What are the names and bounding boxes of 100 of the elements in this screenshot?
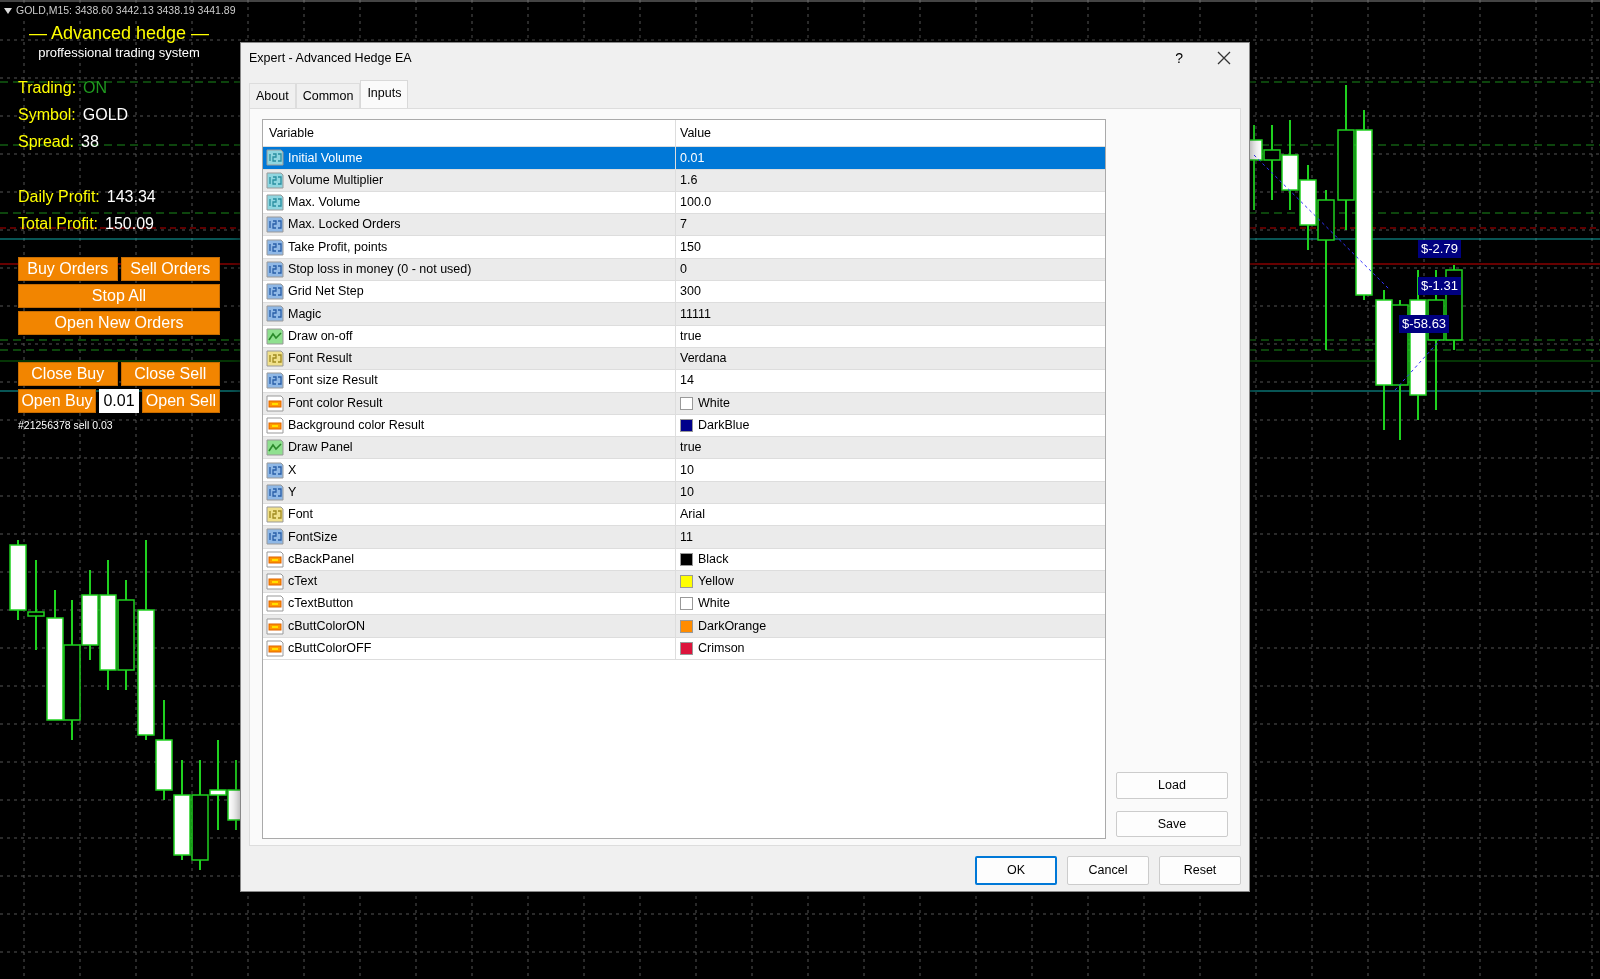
column-header: Value [679,124,713,142]
variable-value: 100.0 [680,194,712,212]
variable-value: 300 [680,283,701,301]
table-row[interactable]: X 10 [263,459,1105,482]
price-label: $-2.79 [1418,240,1461,258]
volume-field[interactable]: 0.01 [99,389,139,413]
stat-label: Symbol: [18,105,76,125]
table-row[interactable]: cButtColorON DarkOrange [263,615,1105,638]
tab[interactable]: Common [295,82,361,109]
table-row[interactable]: cBackPanel Black [263,548,1105,571]
variable-value: Crimson [698,640,745,658]
stat-value: ON [83,78,108,98]
color-type-icon [266,595,284,613]
variable-value: 0 [680,261,687,278]
table-row[interactable]: cText Yellow [263,570,1105,594]
variable-value: Black [698,550,729,568]
table-row[interactable]: Font size Result 14 [263,370,1105,393]
dialog-button[interactable]: Reset [1159,856,1241,885]
variable-name: Y [288,483,297,501]
double-type-icon [266,171,284,189]
variable-value: 10 [680,461,694,479]
table-row[interactable]: Draw Panel true [263,437,1105,460]
table-row[interactable]: Initial Volume 0.01 [263,147,1105,170]
table-row[interactable]: Font color Result White [263,392,1105,415]
variable-value: true [680,327,702,345]
tab[interactable]: Inputs [360,79,409,109]
int-type-icon [266,461,284,479]
variable-name: cButtColorOFF [288,640,372,658]
order-note: #21256378 sell 0.03 [18,418,114,433]
bool-type-icon [266,327,284,345]
stat-label: Spread: [18,132,75,152]
variable-name: Magic [288,305,322,323]
variable-name: Draw on-off [288,327,353,345]
variable-value: 0.01 [680,149,705,167]
variable-name: Initial Volume [288,149,363,167]
variable-value: Verdana [680,350,727,368]
int-type-icon [266,260,284,278]
variable-value: White [698,394,730,412]
panel-title: — Advanced hedge — [28,22,210,44]
stat-label: Trading: [18,78,77,98]
dialog-button[interactable]: Cancel [1067,856,1149,885]
variable-name: X [288,461,297,479]
table-row[interactable]: Take Profit, points 150 [263,236,1105,259]
variable-name: cButtColorON [288,617,366,635]
variable-value: 14 [680,372,694,390]
variable-name: Take Profit, points [288,238,388,256]
table-row[interactable]: Magic 11111 [263,303,1105,326]
variable-name: Stop loss in money (0 - not used) [288,261,472,278]
int-type-icon [266,372,284,390]
int-type-icon [266,238,284,256]
table-row[interactable]: Volume Multiplier 1.6 [263,169,1105,192]
dialog-button[interactable]: OK [975,856,1057,885]
price-label: $-58.63 [1399,315,1450,333]
variable-name: Draw Panel [288,439,353,457]
color-type-icon [266,617,284,635]
string-type-icon [266,350,284,368]
color-type-icon [266,573,284,591]
variable-name: Font color Result [288,394,383,412]
stat-value: 38 [81,132,99,152]
table-row[interactable]: Draw on-off true [263,325,1105,348]
variable-value: DarkBlue [698,417,750,435]
stat-value: 143.34 [106,187,156,207]
panel-subtitle: proffessional trading system [38,44,200,62]
int-type-icon [266,305,284,323]
variable-name: Volume Multiplier [288,171,384,189]
tab[interactable]: About [249,82,296,109]
variable-name: Max. Locked Orders [288,216,401,234]
string-type-icon [266,506,284,524]
price-label: $-1.31 [1418,277,1461,295]
variable-name: Font size Result [288,372,378,390]
variable-value: Yellow [698,573,734,591]
variable-name: Font Result [288,350,352,368]
dropdown-triangle-icon[interactable] [4,7,12,14]
table-row[interactable]: Y 10 [263,481,1105,504]
variable-name: Grid Net Step [288,283,364,301]
table-row[interactable]: Stop loss in money (0 - not used) 0 [263,258,1105,282]
color-type-icon [266,550,284,568]
table-row[interactable]: Max. Locked Orders 7 [263,214,1105,237]
stat-value: GOLD [82,105,129,125]
stat-label: Total Profit: [18,214,99,234]
bool-type-icon [266,439,284,457]
table-row[interactable]: FontSize 11 [263,526,1105,549]
color-type-icon [266,394,284,412]
color-type-icon [266,639,284,657]
variable-name: Font [288,506,313,524]
variable-name: Max. Volume [288,194,361,212]
help-button[interactable]: ? [1175,47,1183,69]
table-row[interactable]: Font Result Verdana [263,347,1105,371]
color-type-icon [266,416,284,434]
double-type-icon [266,194,284,211]
int-type-icon [266,216,284,234]
variable-name: Background color Result [288,417,425,435]
variable-value: DarkOrange [698,617,767,635]
window-title: Expert - Advanced Hedge EA [249,49,412,67]
dialog-button[interactable]: Load [1116,771,1228,799]
dialog-button[interactable]: Save [1116,810,1228,838]
int-type-icon [266,283,284,301]
trade-line [1394,339,1441,391]
table-row[interactable]: cButtColorOFF Crimson [263,637,1105,661]
close-icon[interactable] [1217,51,1231,66]
